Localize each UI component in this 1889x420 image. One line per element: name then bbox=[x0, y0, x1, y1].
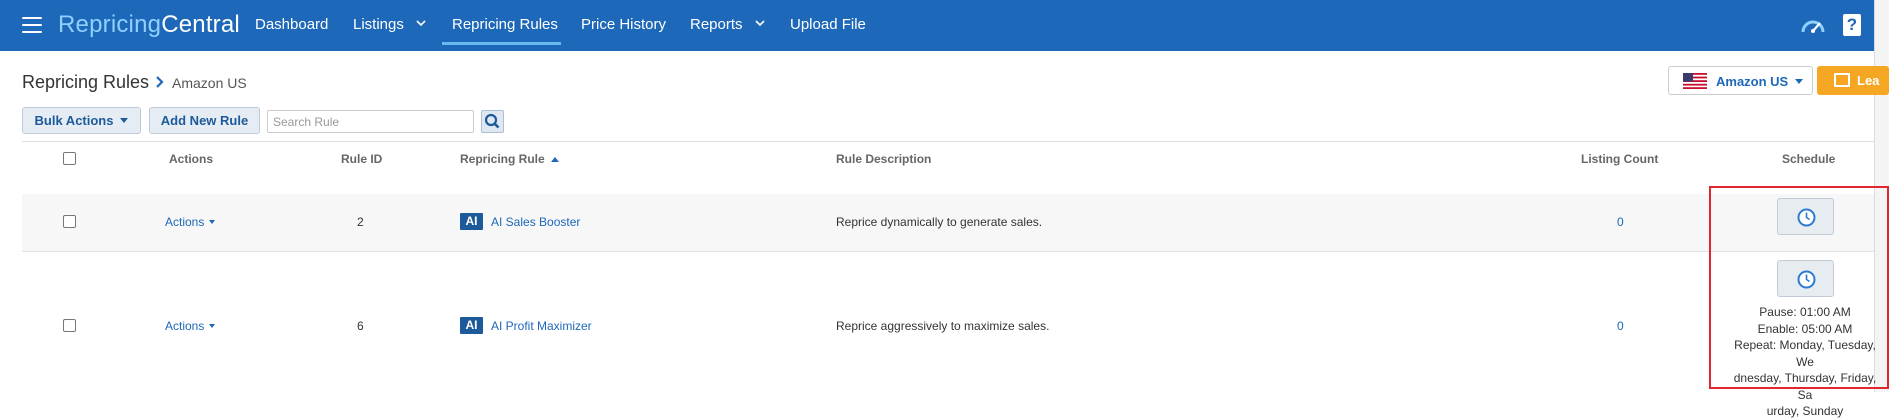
caret-down-icon bbox=[1795, 79, 1803, 84]
chevron-down-icon bbox=[755, 20, 765, 27]
add-new-rule-button[interactable]: Add New Rule bbox=[149, 107, 260, 134]
brand-part2: Central bbox=[161, 11, 240, 38]
row-actions-dropdown[interactable]: Actions bbox=[165, 215, 216, 229]
marketplace-label: Amazon US bbox=[1716, 74, 1789, 89]
nav-listings-label: Listings bbox=[353, 16, 404, 33]
schedule-repeat-line1: Repeat: Monday, Tuesday, We bbox=[1734, 338, 1876, 369]
us-flag-icon bbox=[1683, 73, 1707, 89]
sort-ascending-icon bbox=[551, 157, 560, 162]
table-top-border bbox=[22, 141, 1874, 142]
marketplace-dropdown[interactable]: Amazon US bbox=[1668, 66, 1813, 95]
column-header-listing-count[interactable]: Listing Count bbox=[1581, 152, 1658, 166]
schedule-button[interactable] bbox=[1777, 260, 1834, 297]
rule-name-link[interactable]: AI Sales Booster bbox=[491, 215, 580, 229]
schedule-repeat-line2: dnesday, Thursday, Friday, Sa bbox=[1733, 371, 1877, 402]
brand-logo[interactable]: RepricingCentral bbox=[58, 11, 240, 39]
gauge-icon[interactable] bbox=[1800, 14, 1826, 36]
column-header-schedule: Schedule bbox=[1782, 152, 1836, 166]
nav-listings[interactable]: Listings bbox=[353, 16, 426, 33]
rule-id: 2 bbox=[357, 215, 364, 229]
rule-id: 6 bbox=[357, 319, 364, 333]
rule-description: Reprice dynamically to generate sales. bbox=[836, 215, 1043, 229]
nav-price-history[interactable]: Price History bbox=[581, 16, 666, 33]
breadcrumb-marketplace[interactable]: Amazon US bbox=[172, 75, 247, 91]
brand-part1: Repricing bbox=[58, 11, 162, 38]
listing-count-link[interactable]: 0 bbox=[1617, 319, 1624, 333]
schedule-enable: Enable: 05:00 AM bbox=[1757, 321, 1853, 336]
top-nav-bar: RepricingCentral Dashboard Listings Repr… bbox=[0, 0, 1889, 51]
column-header-rule-description: Rule Description bbox=[836, 152, 932, 166]
ai-badge: AI bbox=[460, 213, 483, 230]
search-icon bbox=[484, 113, 500, 129]
column-header-actions: Actions bbox=[169, 152, 214, 166]
chevron-down-icon bbox=[416, 20, 426, 27]
row-actions-label: Actions bbox=[165, 215, 205, 229]
row-checkbox[interactable] bbox=[63, 319, 76, 332]
column-header-rule-id[interactable]: Rule ID bbox=[341, 152, 382, 166]
row-actions-dropdown[interactable]: Actions bbox=[165, 319, 216, 333]
row-checkbox[interactable] bbox=[63, 215, 76, 228]
learn-button-label: Lea bbox=[1857, 73, 1880, 88]
clock-icon bbox=[1797, 270, 1816, 289]
menu-icon[interactable] bbox=[22, 17, 42, 33]
nav-reports-label: Reports bbox=[690, 16, 743, 33]
rule-name-link[interactable]: AI Profit Maximizer bbox=[491, 319, 592, 333]
search-rule-input[interactable] bbox=[267, 110, 474, 133]
nav-upload-file[interactable]: Upload File bbox=[790, 16, 866, 33]
ai-badge: AI bbox=[460, 317, 483, 334]
active-nav-indicator bbox=[442, 42, 561, 45]
help-icon[interactable]: ? bbox=[1843, 14, 1861, 36]
column-header-repricing-rule-label: Repricing Rule bbox=[460, 152, 545, 166]
nav-repricing-rules[interactable]: Repricing Rules bbox=[452, 16, 558, 33]
column-header-repricing-rule[interactable]: Repricing Rule bbox=[460, 152, 560, 166]
calendar-icon bbox=[1834, 73, 1850, 87]
schedule-button[interactable] bbox=[1777, 198, 1834, 235]
schedule-pause: Pause: 01:00 AM bbox=[1759, 305, 1851, 319]
breadcrumb-chevron-icon bbox=[156, 76, 164, 88]
select-all-checkbox[interactable] bbox=[63, 152, 76, 165]
schedule-repeat-line3: urday, Sunday bbox=[1766, 404, 1844, 418]
bulk-actions-label: Bulk Actions bbox=[34, 113, 114, 128]
rule-description: Reprice aggressively to maximize sales. bbox=[836, 319, 1050, 333]
nav-reports[interactable]: Reports bbox=[690, 16, 765, 33]
learn-button[interactable]: Lea bbox=[1817, 66, 1889, 95]
caret-down-icon bbox=[209, 324, 216, 328]
page-title: Repricing Rules bbox=[22, 72, 150, 92]
bulk-actions-button[interactable]: Bulk Actions bbox=[22, 107, 141, 134]
nav-dashboard[interactable]: Dashboard bbox=[255, 16, 328, 33]
row-actions-label: Actions bbox=[165, 319, 205, 333]
caret-down-icon bbox=[120, 118, 129, 123]
clock-icon bbox=[1797, 208, 1816, 227]
schedule-details: Pause: 01:00 AM Enable: 05:00 AM Repeat:… bbox=[1725, 304, 1885, 420]
caret-down-icon bbox=[209, 220, 216, 224]
listing-count-link[interactable]: 0 bbox=[1617, 215, 1624, 229]
search-button[interactable] bbox=[481, 110, 504, 133]
